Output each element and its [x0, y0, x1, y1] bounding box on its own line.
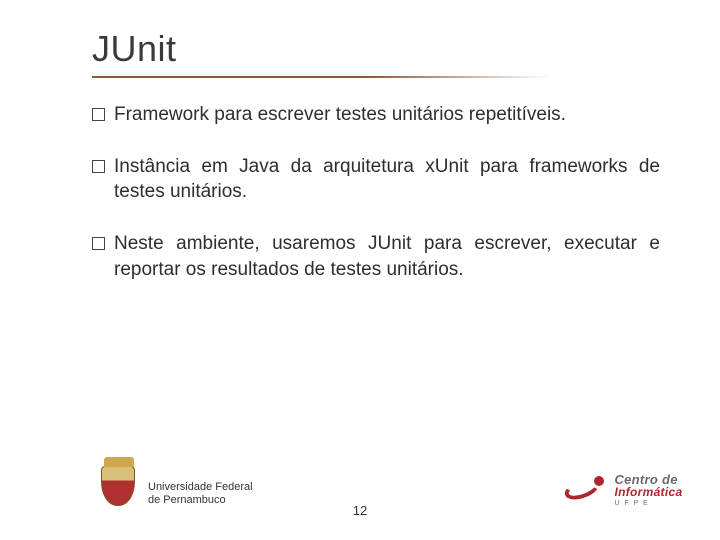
list-item: Framework para escrever testes unitários… — [92, 102, 660, 128]
affiliation: Universidade Federal de Pernambuco — [148, 481, 253, 509]
page-title: JUnit — [92, 28, 660, 70]
affiliation-line: Universidade Federal — [148, 481, 253, 495]
bullet-list: Framework para escrever testes unitários… — [92, 102, 660, 282]
cin-logo-line: Informática — [614, 485, 682, 499]
list-item: Neste ambiente, usaremos JUnit para escr… — [92, 231, 660, 282]
ufpe-crest-icon — [96, 466, 140, 518]
title-underline — [92, 76, 552, 78]
slide: JUnit Framework para escrever testes uni… — [0, 0, 720, 540]
cin-logo-line: U F P E — [614, 500, 682, 507]
page-number: 12 — [353, 503, 367, 518]
list-item: Instância em Java da arquitetura xUnit p… — [92, 154, 660, 205]
cin-logo-icon: Centro de Informática U F P E — [564, 472, 684, 516]
footer: Universidade Federal de Pernambuco 12 Ce… — [0, 458, 720, 522]
affiliation-line: de Pernambuco — [148, 494, 253, 508]
